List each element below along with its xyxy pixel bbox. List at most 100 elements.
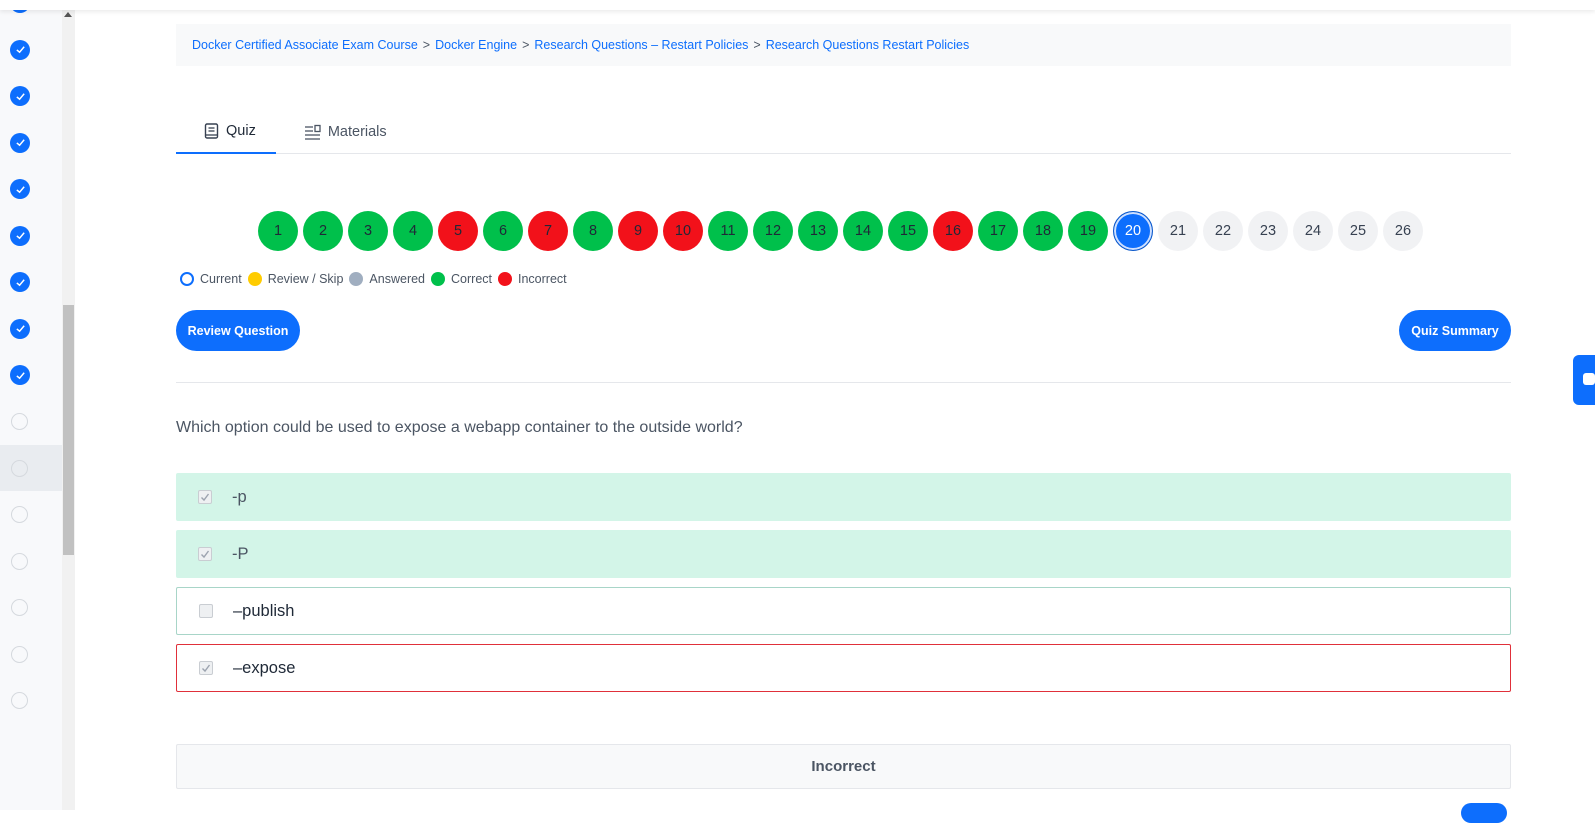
sidebar-scrollbar[interactable] [62, 10, 75, 810]
sidebar-lesson-item[interactable] [0, 399, 62, 445]
empty-circle-icon [11, 552, 28, 570]
divider [176, 382, 1511, 383]
question-nav-button[interactable]: 5 [438, 211, 478, 251]
answered-dot-icon [349, 272, 364, 286]
answer-option[interactable]: -p [176, 473, 1511, 521]
question-nav-button[interactable]: 10 [663, 211, 703, 251]
check-circle-icon [10, 365, 30, 385]
question-nav-button[interactable]: 21 [1158, 211, 1198, 251]
breadcrumb-separator: > [422, 38, 431, 52]
scrollbar-thumb[interactable] [63, 305, 74, 555]
question-nav-button[interactable]: 11 [708, 211, 748, 251]
question-nav-button[interactable]: 6 [483, 211, 523, 251]
question-nav-button[interactable]: 9 [618, 211, 658, 251]
tab-quiz-label: Quiz [226, 123, 256, 139]
answer-label: –expose [233, 658, 296, 677]
breadcrumb-quiz-link[interactable]: Research Questions Restart Policies [766, 38, 970, 52]
answer-checkbox[interactable] [199, 661, 213, 675]
sidebar-lesson-item[interactable] [0, 120, 62, 166]
question-nav-button[interactable]: 19 [1068, 211, 1108, 251]
question-nav-button[interactable]: 22 [1203, 211, 1243, 251]
sidebar-lesson-item[interactable] [0, 306, 62, 352]
sidebar-lesson-item[interactable] [0, 213, 62, 259]
tab-quiz[interactable]: Quiz [176, 110, 276, 154]
question-nav-button[interactable]: 8 [573, 211, 613, 251]
answer-option[interactable]: –expose [176, 644, 1511, 692]
answer-checkbox[interactable] [198, 547, 212, 561]
list-icon [304, 124, 321, 140]
breadcrumb-course-link[interactable]: Docker Certified Associate Exam Course [192, 38, 418, 52]
check-circle-icon [10, 179, 30, 199]
sidebar-lesson-item[interactable] [0, 73, 62, 119]
check-circle-icon [10, 272, 30, 292]
sidebar-lesson-item[interactable] [0, 631, 62, 677]
review-question-button[interactable]: Review Question [176, 310, 300, 351]
sidebar-lesson-item[interactable] [0, 259, 62, 305]
check-circle-icon [10, 318, 30, 339]
sidebar-lesson-item[interactable] [0, 27, 62, 73]
review-dot-icon [247, 272, 262, 286]
empty-circle-icon [11, 645, 28, 663]
feedback-tab[interactable] [1573, 355, 1595, 405]
sidebar-lesson-item[interactable] [0, 585, 62, 631]
incorrect-dot-icon [498, 272, 512, 286]
current-dot-icon [180, 272, 194, 286]
answer-checkbox[interactable] [199, 604, 213, 618]
top-bar [0, 0, 1595, 10]
legend-incorrect: Incorrect [518, 272, 567, 286]
content-tabs: Quiz Materials [176, 110, 1511, 154]
question-nav-button[interactable]: 7 [528, 211, 568, 251]
answer-checkbox[interactable] [198, 490, 212, 504]
empty-circle-icon [11, 692, 28, 709]
empty-circle-icon [11, 413, 28, 430]
result-banner: Incorrect [176, 744, 1511, 789]
breadcrumb-lesson-link[interactable]: Research Questions – Restart Policies [534, 38, 748, 52]
tab-materials-label: Materials [327, 124, 387, 140]
question-nav-button[interactable]: 23 [1248, 211, 1288, 251]
question-nav-button[interactable]: 2 [303, 211, 343, 251]
question-nav-button[interactable]: 20 [1113, 211, 1153, 251]
empty-circle-icon [11, 506, 28, 523]
status-legend: Current Review / Skip Answered Correct I… [180, 272, 567, 286]
scroll-up-arrow-icon[interactable] [64, 12, 72, 17]
sidebar-lesson-item[interactable] [0, 166, 62, 212]
next-button[interactable] [1461, 803, 1507, 823]
question-nav-button[interactable]: 25 [1338, 211, 1378, 251]
sidebar-lesson-item[interactable] [0, 678, 62, 724]
sidebar-lesson-item[interactable] [0, 445, 62, 491]
question-nav-button[interactable]: 26 [1383, 211, 1423, 251]
check-circle-icon [10, 39, 30, 60]
question-nav-button[interactable]: 15 [888, 211, 928, 251]
correct-dot-icon [431, 272, 446, 286]
question-nav-button[interactable]: 1 [258, 211, 298, 251]
question-navigator: 1 2 3 4 5 6 7 8 9 10 11 12 13 14 15 16 17 18 19 20 21 22 23 24 2… [258, 211, 1428, 251]
question-nav-button[interactable]: 14 [843, 211, 883, 251]
question-text: Which option could be used to expose a w… [176, 419, 743, 436]
quiz-summary-button[interactable]: Quiz Summary [1399, 310, 1511, 351]
sidebar-lesson-item[interactable] [0, 492, 62, 538]
check-circle-icon [10, 225, 30, 246]
answer-option[interactable]: –publish [176, 587, 1511, 635]
question-nav-button[interactable]: 16 [933, 211, 973, 251]
question-nav-button[interactable]: 13 [798, 211, 838, 251]
answer-option[interactable]: -P [176, 530, 1511, 578]
question-nav-button[interactable]: 24 [1293, 211, 1333, 251]
breadcrumb-separator: > [522, 38, 530, 52]
tab-materials[interactable]: Materials [276, 110, 405, 154]
legend-current: Current [200, 272, 242, 286]
question-nav-button[interactable]: 4 [393, 211, 433, 251]
empty-circle-icon [11, 599, 28, 616]
legend-answered: Answered [369, 272, 426, 286]
check-circle-icon [10, 86, 30, 106]
question-nav-button[interactable]: 18 [1023, 211, 1063, 251]
legend-review: Review / Skip [267, 272, 344, 286]
breadcrumb-section-link[interactable]: Docker Engine [435, 38, 517, 52]
sidebar-lesson-item[interactable] [0, 352, 62, 398]
answer-label: –publish [233, 601, 295, 620]
check-circle-icon [10, 132, 30, 153]
sidebar-lesson-item[interactable] [0, 538, 62, 584]
question-nav-button[interactable]: 3 [348, 211, 388, 251]
legend-correct: Correct [451, 272, 492, 286]
question-nav-button[interactable]: 17 [978, 211, 1018, 251]
question-nav-button[interactable]: 12 [753, 211, 793, 251]
